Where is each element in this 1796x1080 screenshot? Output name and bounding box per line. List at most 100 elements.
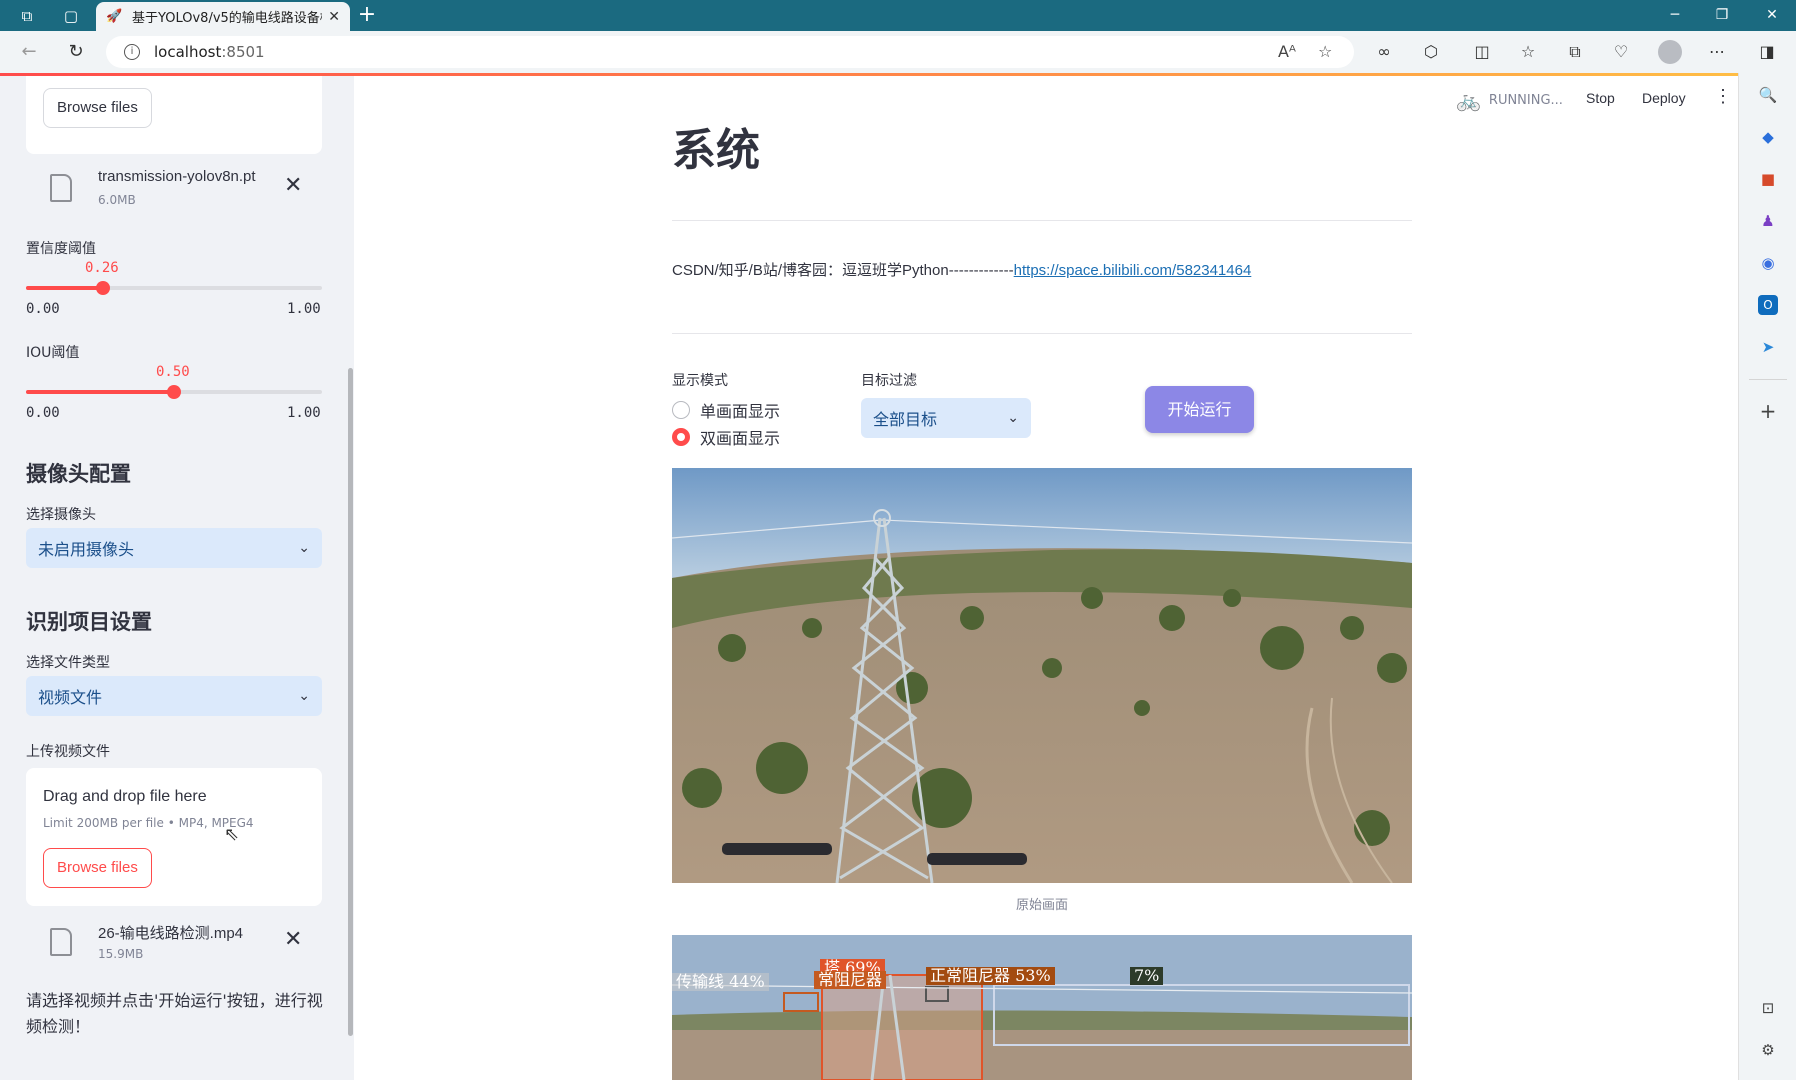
video-hint-text: 请选择视频并点击'开始运行'按钮，进行视频检测！ [26,991,323,1036]
sidebar-toggle-icon[interactable]: ◨ [1755,40,1779,64]
video-dropzone[interactable]: Drag and drop file here Limit 200MB per … [26,768,322,906]
original-frame-caption: 原始画面 [1015,898,1068,913]
confidence-max: 1.00 [287,301,321,317]
radio-selected-icon [672,428,690,446]
radio-unselected-icon [672,401,690,419]
chevron-down-icon: ⌄ [298,540,310,556]
model-file-name: transmission-yolov8n.pt [98,168,256,185]
camera-section-heading: 摄像头配置 [26,462,131,486]
more-menu-icon[interactable]: ⋯ [1705,40,1729,64]
games-icon[interactable]: ♟ [1758,211,1778,231]
tools-icon[interactable]: ■ [1758,169,1778,189]
search-icon[interactable]: 🔍 [1758,85,1778,105]
shopping-tag-icon[interactable]: ◆ [1758,127,1778,147]
credit-line: CSDN/知乎/B站/博客园：逗逗班学Python-------------ht… [672,259,1251,280]
streamlit-sidebar: Browse files transmission-yolov8n.pt 6.0… [0,76,354,1080]
target-filter-select[interactable]: 全部目标 ⌄ [861,398,1031,438]
main-menu-icon[interactable]: ⋮ [1714,86,1732,107]
page-title: 系统 [672,125,760,176]
bilibili-link[interactable]: https://space.bilibili.com/582341464 [1014,262,1252,279]
iou-value: 0.50 [156,364,190,380]
filter-label: 目标过滤 [861,373,917,389]
iou-max: 1.00 [287,405,321,421]
remove-video-file-icon[interactable]: ✕ [284,929,302,951]
detection-label: 7% [1130,967,1164,985]
tab-close-icon[interactable]: ✕ [328,9,340,25]
divider [672,220,1412,221]
transmission-tower-scene [672,468,1412,883]
browser-essentials-icon[interactable]: ♡ [1609,40,1633,64]
browser-titlebar: ⧉ ▢ 🚀 基于YOLOv8/v5的输电线路设备检测系统 ✕ + ─ ❐ ✕ [0,0,1796,31]
video-file-size: 15.9MB [98,947,144,961]
infinity-extension-icon[interactable]: ∞ [1372,40,1396,64]
video-file-name: 26-输电线路检测.mp4 [98,925,244,942]
copilot-icon[interactable]: ◉ [1758,253,1778,273]
camera-select[interactable]: 未启用摄像头 ⌄ [26,528,322,568]
refresh-icon[interactable]: ↻ [65,41,87,63]
detection-label: 正常阻尼器 53% [926,967,1055,985]
iou-label: IOU阈值 [26,345,80,361]
main-content: 🚲 RUNNING... Stop Deploy ⋮ 系统 CSDN/知乎/B站… [354,76,1738,1080]
browser-toolbar: ← ↻ i localhost:8501 Aᴬ ☆ ∞ ⬡ ◫ ☆ ⧉ ♡ ⋯ … [0,31,1796,73]
send-icon[interactable]: ➤ [1758,337,1778,357]
start-run-button[interactable]: 开始运行 [1145,386,1254,433]
stop-button[interactable]: Stop [1586,90,1615,106]
divider [672,333,1412,334]
running-status-text: RUNNING... [1488,92,1563,108]
video-browse-button[interactable]: Browse files [43,848,152,888]
target-filter-value: 全部目标 [873,410,938,429]
back-icon[interactable]: ← [18,41,40,63]
favorite-star-icon[interactable]: ☆ [1318,36,1332,68]
confidence-slider-fill [26,286,103,290]
settings-gear-icon[interactable]: ⚙ [1758,1040,1778,1060]
confidence-slider-thumb[interactable] [95,281,110,295]
browser-tab[interactable]: 🚀 基于YOLOv8/v5的输电线路设备检测系统 ✕ [96,2,350,31]
new-tab-icon[interactable]: + [356,4,378,26]
filetype-select[interactable]: 视频文件 ⌄ [26,676,322,716]
confidence-min: 0.00 [26,301,60,317]
radio-dual-view[interactable]: 双画面显示 [672,425,780,449]
read-aloud-icon[interactable]: Aᴬ [1278,36,1296,68]
chevron-down-icon: ⌄ [298,688,310,704]
remove-model-file-icon[interactable]: ✕ [284,175,302,197]
collections-icon[interactable]: ⧉ [1563,40,1587,64]
radio-label: 双画面显示 [700,429,781,448]
tab-title: 基于YOLOv8/v5的输电线路设备检测系统 [132,11,322,26]
profile-avatar[interactable] [1658,40,1682,64]
streamlit-favicon-icon: 🚀 [106,8,123,24]
dropzone-limit: Limit 200MB per file • MP4, MPEG4 [43,816,254,830]
tab-actions-icon[interactable]: ▢ [62,7,80,25]
model-browse-button[interactable]: Browse files [43,88,152,128]
minimize-icon[interactable]: ─ [1655,4,1695,26]
model-upload-card: Browse files [26,76,322,154]
confidence-value: 0.26 [85,260,119,276]
iou-slider-fill [26,390,174,394]
split-screen-icon[interactable]: ◫ [1470,40,1494,64]
favorites-icon[interactable]: ☆ [1516,40,1540,64]
file-icon [50,928,72,956]
outlook-icon[interactable]: O [1758,295,1778,315]
file-icon [50,174,72,202]
screenshot-icon[interactable]: ⊡ [1758,998,1778,1018]
add-icon[interactable]: + [1758,401,1778,421]
running-status: 🚲 RUNNING... [1456,88,1563,112]
address-bar[interactable]: i localhost:8501 Aᴬ ☆ [106,36,1354,68]
site-info-icon[interactable]: i [124,44,140,60]
sidebar-scrollbar[interactable] [348,368,353,1036]
detection-label: 传输线 44% [672,973,769,991]
confidence-slider[interactable] [26,281,322,295]
dropzone-title: Drag and drop file here [43,788,207,805]
extensions-icon[interactable]: ⬡ [1419,40,1443,64]
workspaces-icon[interactable]: ⧉ [18,7,36,25]
recognition-section-heading: 识别项目设置 [26,610,152,634]
iou-min: 0.00 [26,405,60,421]
detection-label: 常阻尼器 [814,971,887,989]
restore-icon[interactable]: ❐ [1702,4,1742,26]
radio-single-view[interactable]: 单画面显示 [672,398,780,422]
window-close-icon[interactable]: ✕ [1752,4,1792,26]
filetype-select-label: 选择文件类型 [26,655,110,671]
iou-slider-thumb[interactable] [167,385,181,399]
iou-slider[interactable] [26,385,322,399]
credit-text: CSDN/知乎/B站/博客园：逗逗班学Python------------- [672,262,1014,279]
deploy-button[interactable]: Deploy [1642,90,1686,106]
